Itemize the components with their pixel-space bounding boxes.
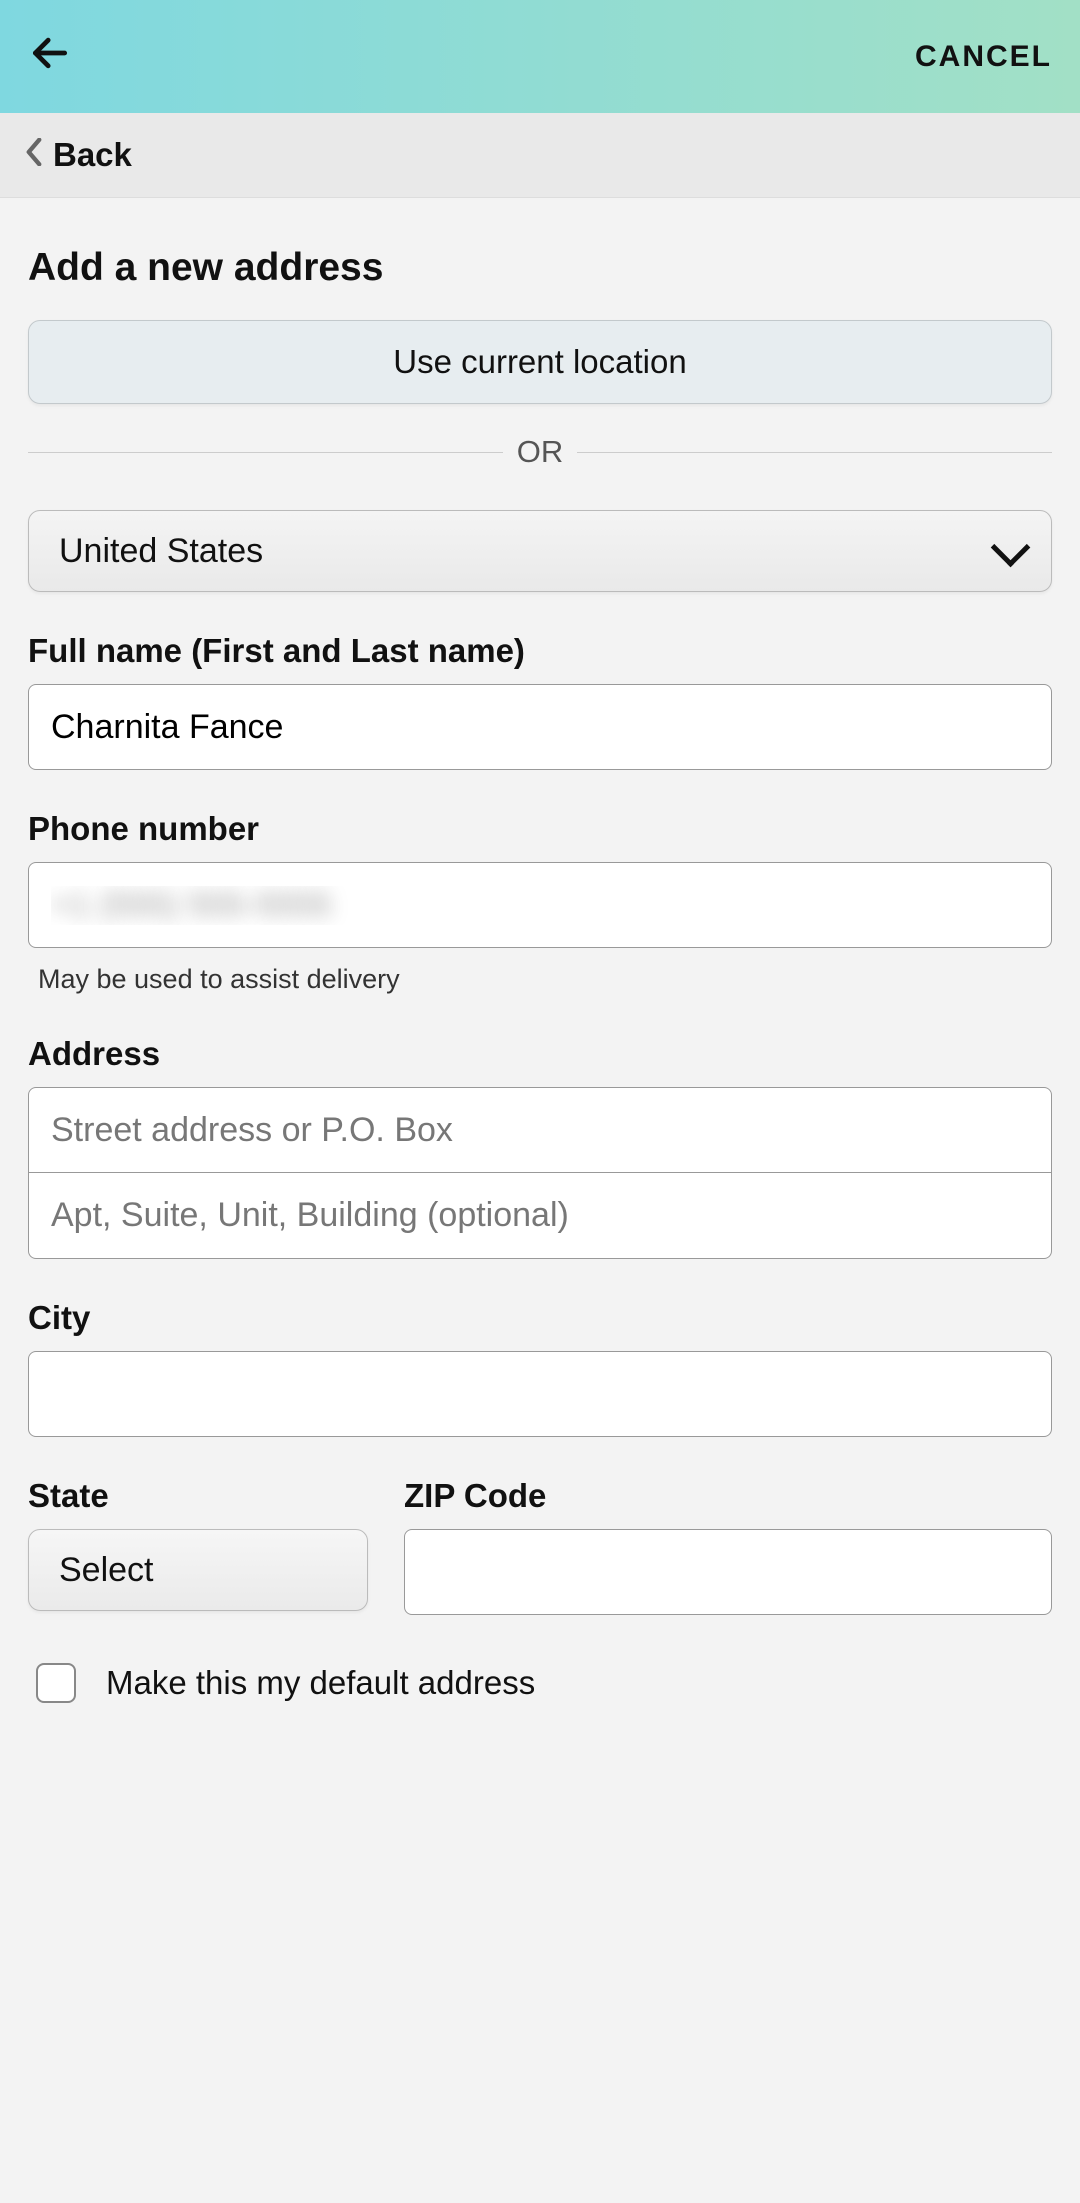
- country-select[interactable]: United States: [28, 510, 1052, 592]
- state-label: State: [28, 1477, 368, 1515]
- or-divider: OR: [28, 434, 1052, 470]
- content: Add a new address Use current location O…: [0, 198, 1080, 1703]
- row-state-zip: State Select ZIP Code: [28, 1477, 1052, 1615]
- address-label: Address: [28, 1035, 1052, 1073]
- back-arrow-icon[interactable]: [28, 31, 72, 82]
- field-address: Address: [28, 1035, 1052, 1259]
- divider-line: [28, 452, 503, 453]
- field-state: State Select: [28, 1477, 368, 1615]
- full-name-input[interactable]: [28, 684, 1052, 770]
- page-title: Add a new address: [28, 246, 1052, 290]
- default-address-row[interactable]: Make this my default address: [28, 1663, 1052, 1703]
- app-header: CANCEL: [0, 0, 1080, 113]
- apt-input[interactable]: [28, 1173, 1052, 1259]
- field-zip: ZIP Code: [404, 1477, 1052, 1615]
- country-selected: United States: [59, 532, 263, 571]
- city-input[interactable]: [28, 1351, 1052, 1437]
- default-address-label: Make this my default address: [106, 1664, 535, 1702]
- use-current-location-button[interactable]: Use current location: [28, 320, 1052, 404]
- field-phone: Phone number May be used to assist deliv…: [28, 810, 1052, 995]
- address-stack: [28, 1087, 1052, 1259]
- street-input[interactable]: [28, 1087, 1052, 1173]
- phone-label: Phone number: [28, 810, 1052, 848]
- sub-header[interactable]: Back: [0, 113, 1080, 198]
- state-select[interactable]: Select: [28, 1529, 368, 1611]
- state-selected: Select: [59, 1551, 154, 1590]
- field-city: City: [28, 1299, 1052, 1437]
- field-full-name: Full name (First and Last name): [28, 632, 1052, 770]
- chevron-down-icon: [991, 528, 1031, 568]
- phone-helper: May be used to assist delivery: [28, 964, 1052, 995]
- full-name-label: Full name (First and Last name): [28, 632, 1052, 670]
- default-address-checkbox[interactable]: [36, 1663, 76, 1703]
- chevron-left-icon: [25, 138, 43, 173]
- phone-input[interactable]: [28, 862, 1052, 948]
- city-label: City: [28, 1299, 1052, 1337]
- back-link: Back: [53, 136, 132, 174]
- or-text: OR: [503, 434, 578, 470]
- divider-line: [577, 452, 1052, 453]
- cancel-button[interactable]: CANCEL: [915, 40, 1052, 74]
- zip-input[interactable]: [404, 1529, 1052, 1615]
- zip-label: ZIP Code: [404, 1477, 1052, 1515]
